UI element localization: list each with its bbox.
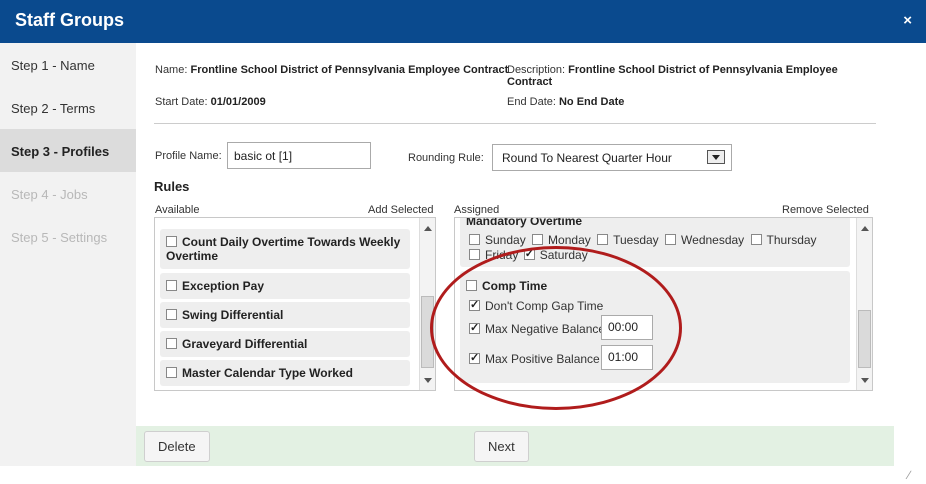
description-label: Description: (507, 64, 566, 76)
scroll-down-icon[interactable] (861, 378, 869, 383)
list-item[interactable]: Count Daily Overtime Towards Weekly Over… (160, 229, 410, 269)
start-date-info: Start Date: 01/01/2009 (155, 96, 266, 108)
rule-label: Count Daily Overtime Towards Weekly (182, 235, 401, 249)
rounding-rule-select[interactable]: Round To Nearest Quarter Hour (492, 144, 732, 171)
assigned-scrollbar[interactable] (856, 218, 872, 390)
list-item[interactable]: Master Calendar Type Worked (160, 360, 410, 386)
sunday-checkbox[interactable] (469, 234, 480, 245)
list-item[interactable]: Swing Differential (160, 302, 410, 328)
list-item[interactable]: Exception Pay (160, 273, 410, 299)
step-terms[interactable]: Step 2 - Terms (0, 86, 136, 129)
rule-label: Graveyard Differential (182, 337, 308, 351)
step-settings: Step 5 - Settings (11, 230, 108, 245)
day-checkbox-row: Sunday Monday Tuesday Wednesday Thursday (469, 233, 817, 247)
divider (154, 123, 876, 124)
window-title: Staff Groups (15, 10, 125, 30)
steps-sidebar: Step 1 - Name Step 2 - Terms Step 3 - Pr… (0, 43, 136, 466)
rule-label: Exception Pay (182, 279, 265, 293)
rule-label-cont: Overtime (166, 249, 219, 263)
rule-label: Swing Differential (182, 308, 284, 322)
rule-checkbox[interactable] (166, 309, 177, 320)
title-bar: Staff Groups × (0, 0, 926, 43)
rule-checkbox[interactable] (166, 367, 177, 378)
sunday-label: Sunday (485, 233, 526, 247)
remove-selected-link[interactable]: Remove Selected (782, 204, 869, 216)
name-label: Name: (155, 64, 188, 76)
friday-checkbox[interactable] (469, 249, 480, 260)
footer-bar: Delete Next (136, 426, 894, 466)
next-button[interactable]: Next (474, 431, 529, 462)
rule-checkbox[interactable] (166, 338, 177, 349)
step-profiles[interactable]: Step 3 - Profiles (0, 129, 136, 172)
profile-name-input[interactable]: basic ot [1] (227, 142, 371, 169)
list-item[interactable]: Graveyard Differential (160, 331, 410, 357)
tuesday-label: Tuesday (613, 233, 659, 247)
resize-grip-icon[interactable]: ∕ (908, 468, 920, 482)
tuesday-checkbox[interactable] (597, 234, 609, 245)
end-date-value: No End Date (558, 96, 625, 108)
end-date-label: End Date: (507, 96, 556, 108)
chevron-down-icon[interactable] (707, 150, 725, 164)
rule-label: Master Calendar Type Worked (182, 366, 353, 380)
description-info: Description: Frontline School District o… (507, 64, 867, 88)
scroll-up-icon[interactable] (424, 226, 432, 231)
start-date-value: 01/01/2009 (210, 96, 266, 108)
available-scrollbar[interactable] (419, 218, 435, 390)
start-date-label: Start Date: (155, 96, 208, 108)
assigned-label: Assigned (454, 204, 500, 216)
end-date-info: End Date: No End Date (507, 96, 624, 108)
scroll-down-icon[interactable] (424, 378, 432, 383)
scroll-thumb[interactable] (858, 310, 871, 368)
rule-checkbox[interactable] (166, 236, 177, 247)
available-rules-list[interactable]: Count Daily Overtime Towards Weekly Over… (154, 217, 436, 391)
step-name[interactable]: Step 1 - Name (0, 43, 136, 86)
delete-button[interactable]: Delete (144, 431, 210, 462)
add-selected-link[interactable]: Add Selected (368, 204, 433, 216)
monday-checkbox[interactable] (532, 234, 544, 245)
highlight-ellipse (430, 246, 682, 410)
rule-label: Mandatory Overtime (466, 217, 583, 228)
rounding-rule-label: Rounding Rule: (408, 152, 484, 164)
monday-label: Monday (548, 233, 591, 247)
description-value-cont: Contract (507, 76, 553, 88)
close-icon[interactable]: × (903, 12, 912, 29)
rule-checkbox[interactable] (166, 280, 177, 291)
group-name-info: Name: Frontline School District of Penns… (155, 64, 508, 76)
available-label: Available (155, 204, 200, 216)
description-value: Frontline School District of Pennsylvani… (568, 64, 838, 76)
rounding-rule-value: Round To Nearest Quarter Hour (502, 151, 672, 165)
rules-heading: Rules (154, 179, 190, 194)
scroll-up-icon[interactable] (861, 226, 869, 231)
step-jobs: Step 4 - Jobs (11, 187, 88, 202)
wednesday-label: Wednesday (681, 233, 745, 247)
thursday-checkbox[interactable] (750, 234, 762, 245)
wednesday-checkbox[interactable] (665, 234, 677, 245)
thursday-label: Thursday (766, 233, 817, 247)
name-value: Frontline School District of Pennsylvani… (190, 64, 509, 76)
profile-name-label: Profile Name: (155, 150, 222, 162)
